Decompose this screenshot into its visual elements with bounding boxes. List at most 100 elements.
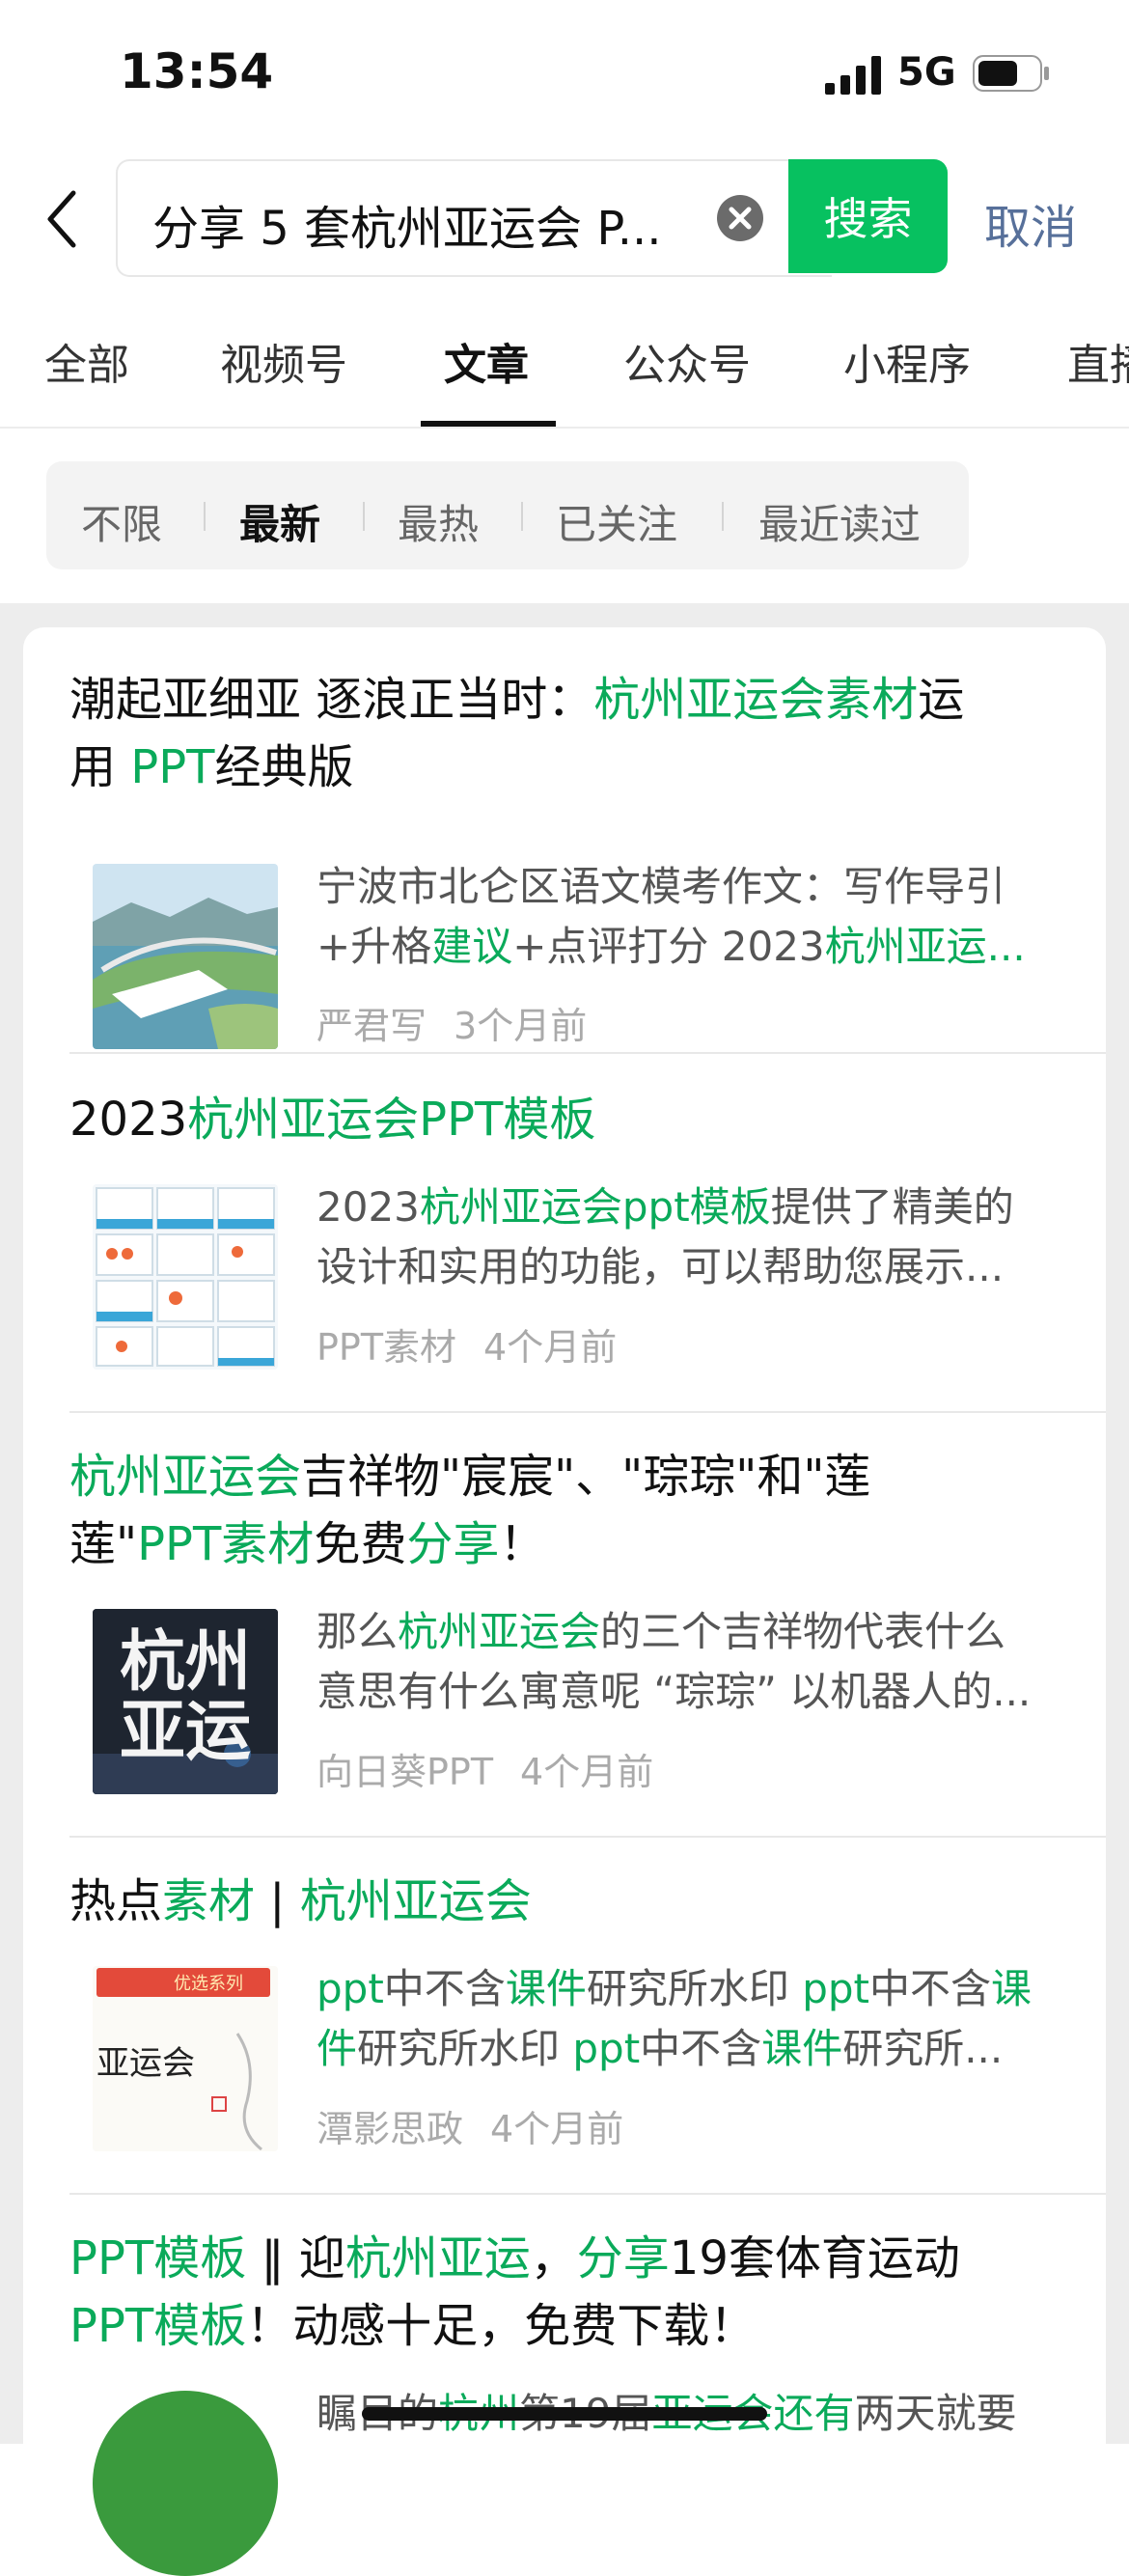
result-snippet-line: 件研究所水印 ppt中不含课件研究所... [317,2019,1127,2079]
result-thumbnail [93,2391,278,2576]
filter-separator [204,502,206,531]
calligraphy-image: 杭州 亚运 [93,1609,278,1794]
keyword-highlight: 杭州亚运... [824,923,1026,970]
clear-icon[interactable] [716,194,764,242]
result-item[interactable]: 杭州亚运会吉祥物"宸宸"、"琮琮"和"莲 莲"PPT素材免费分享！ 杭州 亚运 … [69,1443,1106,1829]
tab-accounts[interactable]: 公众号 [623,330,751,392]
text-segment: 经典版 [214,740,354,794]
result-snippet: 宁波市北仑区语文模考作文：写作导引 +升格建议+点评打分 2023杭州亚运... [317,857,1129,977]
thumb-text-line1: 杭州 [120,1623,251,1701]
active-tab-indicator [421,421,556,427]
result-thumbnail [93,864,278,1049]
text-segment: ‖ 迎 [246,2231,345,2285]
result-snippet-line: +升格建议+点评打分 2023杭州亚运... [317,917,1127,977]
tab-live[interactable]: 直播 [1067,330,1129,392]
filter-separator [363,502,365,531]
logo-image [93,2391,278,2576]
keyword-highlight: 课件 [505,1965,587,2012]
tab-channels[interactable]: 视频号 [220,330,347,392]
result-source: 严君写 [317,1005,427,1047]
filter-recently-read[interactable]: 最近读过 [758,492,921,551]
text-segment: ， [530,2231,577,2285]
filter-followed[interactable]: 已关注 [556,492,677,551]
result-title-line: 潮起亚细亚 逐浪正当时：杭州亚运会素材运 [69,666,1054,734]
text-segment: 免费 [314,1517,407,1571]
text-segment: 潮起亚细亚 逐浪正当时： [69,673,594,727]
result-item[interactable]: 热点素材 | 杭州亚运会 优选系列 亚运会 ppt中不含课件研究所水印 ppt中… [69,1868,1106,2186]
text-segment: 运 [918,673,965,727]
thumb-text-line2: 亚运 [120,1693,251,1770]
text-segment: 设计和实用的功能，可以帮助您展示... [317,1243,1005,1290]
text-segment: 中不含 [640,2025,762,2072]
result-meta: 潭影思政 4个月前 [317,2099,623,2152]
result-time: 3个月前 [454,1005,588,1047]
result-title-line: 用 PPT经典版 [69,734,1054,801]
poster-image: 优选系列 亚运会 [93,1966,278,2151]
text-segment: 研究所... [842,2025,1004,2072]
filter-separator [521,502,523,531]
result-time: 4个月前 [520,1751,654,1793]
keyword-highlight: PPT [130,740,215,794]
text-segment: 研究所水印 [586,1965,803,2012]
text-segment: +点评打分 2023 [512,923,825,970]
keyword-highlight: PPT模板 [69,2231,247,2285]
search-button[interactable]: 搜索 [788,159,948,273]
ppt-template-grid-image [93,1184,278,1370]
text-segment: 研究所水印 [357,2025,573,2072]
keyword-highlight: 分享 [406,1517,500,1571]
text-segment: 中不含 [868,1965,991,2012]
status-time: 13:54 [120,43,274,99]
text-segment: 意思有什么寓意呢 “琮琮” 以机器人的... [317,1668,1032,1715]
search-query[interactable]: 分享 5 套杭州亚运会 P... [152,190,693,258]
result-title: 杭州亚运会吉祥物"宸宸"、"琮琮"和"莲 莲"PPT素材免费分享！ [69,1443,1054,1578]
result-snippet-line: 那么杭州亚运会的三个吉祥物代表什么 [317,1602,1127,1662]
result-divider [69,1411,1106,1413]
keyword-highlight: 杭州亚运会ppt模板 [419,1183,771,1231]
result-title-line: 热点素材 | 杭州亚运会 [69,1868,1054,1935]
tab-mini-programs[interactable]: 小程序 [843,330,971,392]
result-snippet-line: 宁波市北仑区语文模考作文：写作导引 [317,857,1127,917]
result-time: 4个月前 [490,2108,624,2150]
result-title: PPT模板 ‖ 迎杭州亚运，分享19套体育运动 PPT模板！动感十足，免费下载！ [69,2225,1054,2360]
result-snippet-line: 设计和实用的功能，可以帮助您展示... [317,1237,1127,1297]
thumb-poster-text: 亚运会 [96,2044,195,2083]
thumb-banner-text: 优选系列 [174,1974,243,1994]
keyword-highlight: 课件 [761,2025,843,2072]
results-card: 潮起亚细亚 逐浪正当时：杭州亚运会素材运 用 PPT经典版 宁波市北仑区语文模考… [23,627,1106,2576]
text-segment: 中不含 [383,1965,506,2012]
result-title-line: 莲"PPT素材免费分享！ [69,1510,1054,1578]
filter-newest[interactable]: 最新 [239,492,320,551]
result-thumbnail: 杭州 亚运 [93,1609,278,1794]
result-item[interactable]: 潮起亚细亚 逐浪正当时：杭州亚运会素材运 用 PPT经典版 宁波市北仑区语文模考… [69,666,1106,1049]
filter-separator [722,502,724,531]
tab-all[interactable]: 全部 [44,330,129,392]
cancel-button[interactable]: 取消 [984,189,1077,257]
result-source: 向日葵PPT [317,1751,494,1793]
text-segment: 两天就要 [854,2390,1017,2437]
keyword-highlight: 素材 [162,1874,256,1928]
result-item[interactable]: 2023杭州亚运会PPT模板 2023杭州亚运会ppt模板提供了精美的 设计和实… [69,1086,1106,1404]
search-input[interactable]: 分享 5 套杭州亚运会 P... [116,159,832,277]
filter-hottest[interactable]: 最热 [398,492,479,551]
keyword-highlight: 杭州亚运 [344,2231,531,2285]
keyword-highlight: PPT素材 [137,1517,315,1571]
keyword-highlight: PPT模板 [69,2299,247,2353]
result-meta: 向日葵PPT 4个月前 [317,1742,653,1795]
filter-unlimited[interactable]: 不限 [81,492,162,551]
text-segment: 的三个吉祥物代表什么 [600,1608,1006,1655]
tab-articles[interactable]: 文章 [444,330,529,392]
keyword-highlight: 杭州亚运会 [69,1450,302,1504]
result-meta: 严君写 3个月前 [317,996,587,1049]
keyword-highlight: 件 [317,2025,358,2072]
result-title: 潮起亚细亚 逐浪正当时：杭州亚运会素材运 用 PPT经典版 [69,666,1054,801]
text-segment: 宁波市北仑区语文模考作文：写作导引 [317,863,1006,910]
result-title-line: PPT模板 ‖ 迎杭州亚运，分享19套体育运动 [69,2225,1054,2292]
keyword-highlight: 课 [991,1965,1033,2012]
result-divider [69,1052,1106,1054]
keyword-highlight: ppt [802,1965,869,2012]
result-title-line: 2023杭州亚运会PPT模板 [69,1086,1054,1153]
back-icon[interactable] [41,185,89,253]
result-title-line: PPT模板！动感十足，免费下载！ [69,2292,1054,2360]
result-title-line: 杭州亚运会吉祥物"宸宸"、"琮琮"和"莲 [69,1443,1054,1510]
keyword-highlight: 杭州亚运会 [398,1608,601,1655]
